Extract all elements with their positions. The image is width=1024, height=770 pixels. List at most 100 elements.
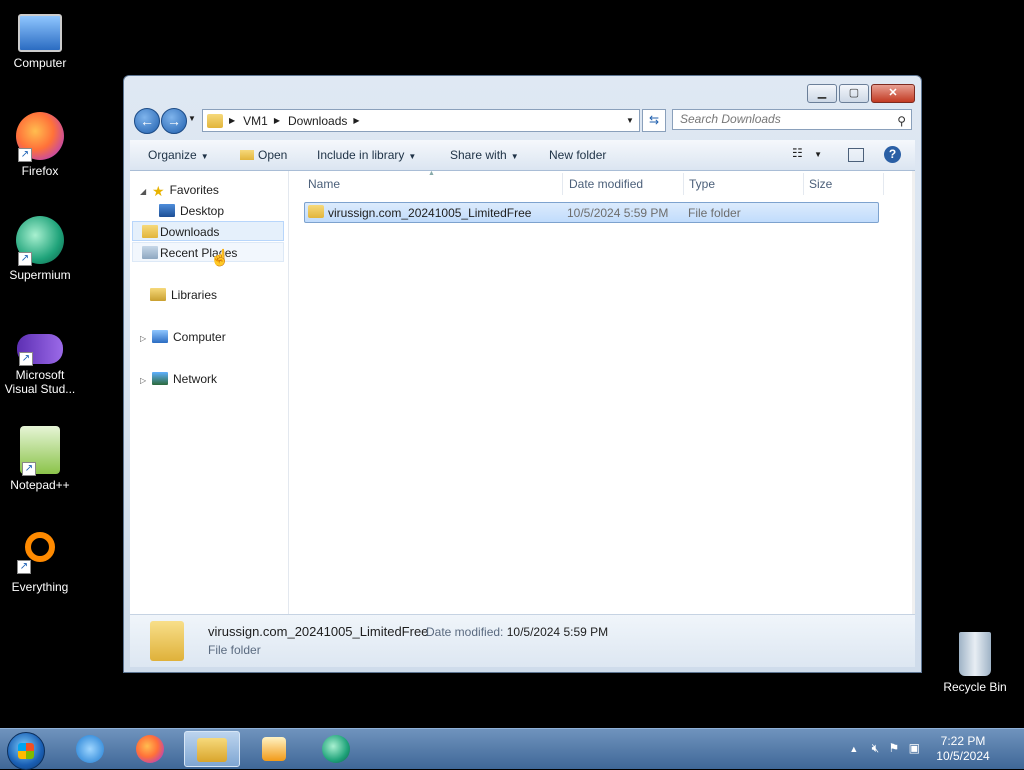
scrollbar[interactable] — [912, 171, 915, 614]
help-icon[interactable]: ? — [884, 146, 901, 163]
table-row[interactable]: virussign.com_20241005_LimitedFree 10/5/… — [304, 202, 879, 223]
shortcut-arrow-icon: ↗ — [18, 252, 32, 266]
taskbar-supermium[interactable] — [308, 731, 364, 767]
share-with-button[interactable]: Share with ▼ — [450, 148, 519, 162]
everything-icon: ↗ — [17, 532, 55, 574]
recent-pages-dropdown-icon[interactable]: ▼ — [188, 114, 196, 123]
clock-date: 10/5/2024 — [936, 749, 990, 763]
explorer-window[interactable]: ▁ ▢ ✕ ← → ▼ ▶ VM1 ▶ Downloads ▶ ▼ ⇆ Sear… — [123, 75, 922, 673]
search-icon[interactable]: ⚲ — [897, 112, 906, 131]
column-header-date-modified[interactable]: Date modified — [569, 177, 643, 191]
forward-button[interactable]: → — [161, 108, 187, 134]
internet-explorer-icon — [76, 735, 104, 763]
refresh-button[interactable]: ⇆ — [642, 109, 666, 132]
shortcut-arrow-icon: ↗ — [18, 148, 32, 162]
desktop-icon-label: Firefox — [21, 164, 59, 178]
notepadpp-icon: ↗ — [20, 426, 60, 476]
nav-libraries[interactable]: Libraries — [150, 285, 217, 305]
minimize-button[interactable]: ▁ — [807, 84, 837, 103]
desktop-icon-label: Everything — [11, 580, 69, 594]
desktop-icon-firefox[interactable]: ↗ Firefox — [0, 112, 80, 178]
expand-arrow-icon[interactable]: ▷ — [140, 371, 149, 391]
shortcut-arrow-icon: ↗ — [22, 462, 36, 476]
navigation-pane[interactable]: ◢ ★ Favorites Desktop Downloads Recent Pla… — [130, 171, 289, 614]
search-placeholder: Search Downloads — [680, 112, 781, 126]
address-bar[interactable]: ▶ VM1 ▶ Downloads ▶ ▼ — [202, 109, 640, 132]
start-button[interactable] — [7, 732, 45, 770]
supermium-icon: ↗ — [16, 216, 64, 266]
nav-downloads[interactable]: Downloads — [132, 221, 284, 241]
change-view-button[interactable]: ☷ ▼ — [792, 146, 822, 160]
desktop-icon-visual-studio[interactable]: ↗ Microsoft Visual Stud... — [0, 330, 80, 396]
expand-arrow-icon[interactable]: ◢ — [140, 182, 149, 202]
open-button[interactable]: Open — [240, 148, 287, 162]
nav-network[interactable]: ▷ Network — [140, 369, 217, 389]
supermium-icon — [322, 735, 350, 763]
organize-label: Organize — [148, 148, 197, 162]
desktop-icon-computer[interactable]: Computer — [0, 10, 80, 70]
nav-recent-places[interactable]: Recent Places — [132, 242, 284, 262]
nav-favorites[interactable]: ◢ ★ Favorites — [140, 180, 219, 200]
computer-icon — [18, 14, 62, 52]
clock[interactable]: 7:22 PM 10/5/2024 — [928, 734, 998, 764]
column-divider[interactable] — [683, 173, 684, 195]
recent-places-icon — [142, 246, 158, 259]
taskbar-firefox[interactable] — [122, 731, 178, 767]
organize-button[interactable]: Organize ▼ — [148, 148, 209, 162]
media-player-icon — [262, 737, 286, 761]
file-name: virussign.com_20241005_LimitedFree — [328, 206, 532, 220]
column-divider[interactable] — [803, 173, 804, 195]
column-divider[interactable] — [562, 173, 563, 195]
breadcrumb-downloads[interactable]: Downloads — [288, 114, 347, 128]
network-disconnected-icon[interactable]: ▣ — [909, 741, 920, 755]
file-list[interactable]: Name ▲ Date modified Type Size virussign… — [289, 170, 915, 614]
address-dropdown-icon[interactable]: ▼ — [623, 110, 637, 131]
details-pane: virussign.com_20241005_LimitedFree Date … — [130, 614, 915, 667]
command-bar: Organize ▼ Open Include in library ▼ Share… — [130, 140, 915, 171]
desktop-icon-recycle-bin[interactable]: Recycle Bin — [935, 632, 1015, 694]
back-button[interactable]: ← — [134, 108, 160, 134]
volume-muted-icon[interactable]: 🔇︎ — [872, 741, 880, 755]
new-folder-label: New folder — [549, 148, 607, 162]
nav-desktop[interactable]: Desktop — [159, 201, 224, 221]
chevron-right-icon[interactable]: ▶ — [229, 116, 235, 125]
preview-pane-button[interactable] — [848, 148, 864, 162]
include-in-library-label: Include in library — [317, 148, 405, 162]
close-button[interactable]: ✕ — [871, 84, 915, 103]
nav-computer-label: Computer — [173, 330, 226, 344]
column-header-name[interactable]: Name — [308, 177, 340, 191]
show-hidden-icons-icon[interactable]: ▲ — [849, 744, 858, 754]
nav-computer[interactable]: ▷ Computer — [140, 327, 226, 347]
chevron-right-icon[interactable]: ▶ — [353, 116, 359, 125]
action-center-icon[interactable]: ⚑ — [889, 741, 900, 755]
new-folder-button[interactable]: New folder — [549, 148, 606, 162]
libraries-icon — [150, 288, 166, 301]
taskbar-internet-explorer[interactable] — [62, 731, 118, 767]
desktop-icon-label: Recycle Bin — [943, 680, 1007, 694]
share-with-label: Share with — [450, 148, 507, 162]
breadcrumb-vm1[interactable]: VM1 — [243, 114, 268, 128]
desktop-icon — [159, 204, 175, 217]
system-tray: ▲ 🔇︎ ⚑ ▣ 7:22 PM 10/5/2024 — [816, 729, 1016, 769]
include-in-library-button[interactable]: Include in library ▼ — [317, 148, 416, 162]
recycle-bin-icon — [959, 632, 991, 676]
taskbar-media-player[interactable] — [246, 731, 302, 767]
column-header-type[interactable]: Type — [689, 177, 715, 191]
search-input[interactable]: Search Downloads ⚲ — [672, 109, 912, 130]
column-header-size[interactable]: Size — [809, 177, 832, 191]
maximize-button[interactable]: ▢ — [839, 84, 869, 103]
taskbar-windows-explorer[interactable] — [184, 731, 240, 767]
expand-arrow-icon[interactable]: ▷ — [140, 329, 149, 349]
column-type-label: Type — [689, 177, 716, 191]
desktop-icon-notepadpp[interactable]: ↗ Notepad++ — [0, 426, 80, 492]
star-icon: ★ — [152, 183, 165, 199]
column-divider[interactable] — [883, 173, 884, 195]
taskbar: ▲ 🔇︎ ⚑ ▣ 7:22 PM 10/5/2024 — [0, 728, 1024, 770]
shortcut-arrow-icon: ↗ — [19, 352, 33, 366]
navigation-bar: ← → ▼ ▶ VM1 ▶ Downloads ▶ ▼ ⇆ Search Dow… — [132, 107, 913, 134]
nav-favorites-label: Favorites — [169, 183, 219, 197]
column-size-label: Size — [809, 177, 833, 191]
desktop-icon-supermium[interactable]: ↗ Supermium — [0, 216, 80, 282]
chevron-right-icon[interactable]: ▶ — [274, 116, 280, 125]
desktop-icon-everything[interactable]: ↗ Everything — [0, 530, 80, 594]
